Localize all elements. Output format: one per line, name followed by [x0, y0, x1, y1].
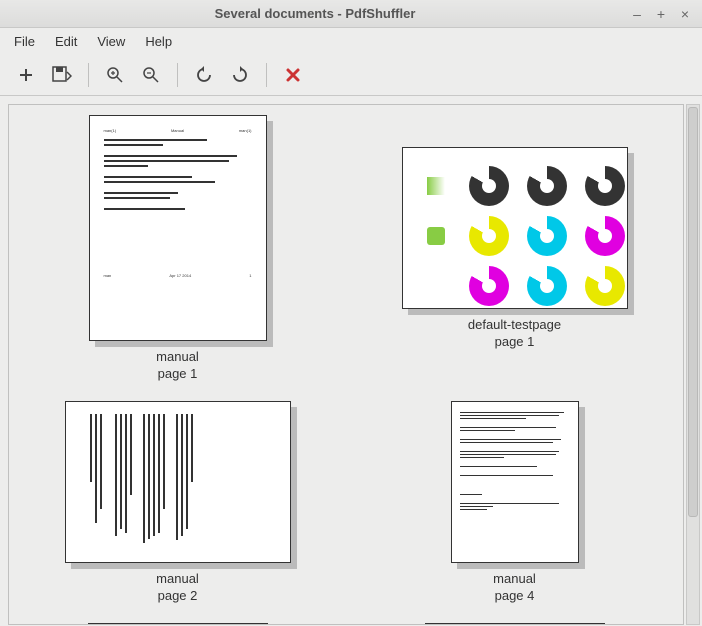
- delete-button[interactable]: [277, 59, 309, 91]
- doc-name: default-testpage: [468, 317, 561, 334]
- page-thumbnail[interactable]: default-testpage page 1: [346, 105, 683, 391]
- page-number: page 1: [468, 334, 561, 351]
- menu-file[interactable]: File: [4, 30, 45, 53]
- titlebar: Several documents - PdfShuffler – + ×: [0, 0, 702, 28]
- page-image: [451, 401, 579, 563]
- thumbnail-label: manual page 1: [156, 349, 199, 383]
- pie-icon: [527, 266, 567, 306]
- toolbar-separator: [266, 63, 267, 87]
- page-thumbnail[interactable]: [88, 623, 268, 625]
- save-as-button[interactable]: [46, 59, 78, 91]
- save-icon: [52, 66, 72, 84]
- vertical-scrollbar[interactable]: [686, 104, 700, 625]
- page-thumbnail[interactable]: manual page 2: [9, 391, 346, 613]
- doc-name: manual: [156, 571, 199, 588]
- plus-icon: [18, 67, 34, 83]
- rotate-right-icon: [231, 66, 249, 84]
- zoom-out-button[interactable]: [135, 59, 167, 91]
- close-button[interactable]: ×: [676, 5, 694, 23]
- menu-view[interactable]: View: [87, 30, 135, 53]
- pie-icon: [527, 216, 567, 256]
- page-image: [65, 401, 291, 563]
- pie-icon: [527, 166, 567, 206]
- menu-help[interactable]: Help: [135, 30, 182, 53]
- zoom-in-button[interactable]: [99, 59, 131, 91]
- page-thumbnail[interactable]: manual page 4: [346, 391, 683, 613]
- rotate-right-button[interactable]: [224, 59, 256, 91]
- rotate-left-icon: [195, 66, 213, 84]
- zoom-out-icon: [142, 66, 160, 84]
- menubar: File Edit View Help: [0, 28, 702, 54]
- toolbar-separator: [88, 63, 89, 87]
- add-button[interactable]: [10, 59, 42, 91]
- page-number: page 2: [156, 588, 199, 605]
- content-area: man(1)Manualman(1) manApr 17 20141: [0, 96, 702, 626]
- maximize-button[interactable]: +: [652, 5, 670, 23]
- zoom-in-icon: [106, 66, 124, 84]
- page-thumbnail[interactable]: [425, 623, 605, 625]
- doc-name: manual: [493, 571, 536, 588]
- pie-icon: [585, 166, 625, 206]
- doc-name: manual: [156, 349, 199, 366]
- rotate-left-button[interactable]: [188, 59, 220, 91]
- page-number: page 1: [156, 366, 199, 383]
- menu-edit[interactable]: Edit: [45, 30, 87, 53]
- logo-icon: [427, 177, 445, 195]
- toolbar: [0, 54, 702, 96]
- pie-icon: [585, 266, 625, 306]
- page-image: [402, 147, 628, 309]
- page-thumbnail[interactable]: man(1)Manualman(1) manApr 17 20141: [9, 105, 346, 391]
- page-image: man(1)Manualman(1) manApr 17 20141: [89, 115, 267, 341]
- minimize-button[interactable]: –: [628, 5, 646, 23]
- thumbnail-label: manual page 2: [156, 571, 199, 605]
- pie-icon: [585, 216, 625, 256]
- toolbar-separator: [177, 63, 178, 87]
- thumbnail-label: default-testpage page 1: [468, 317, 561, 351]
- window-title: Several documents - PdfShuffler: [8, 6, 622, 21]
- pie-icon: [469, 266, 509, 306]
- page-number: page 4: [493, 588, 536, 605]
- thumbnail-label: manual page 4: [493, 571, 536, 605]
- logo-icon: [427, 227, 445, 245]
- pie-icon: [469, 216, 509, 256]
- scrollbar-thumb[interactable]: [688, 107, 698, 517]
- thumbnail-view[interactable]: man(1)Manualman(1) manApr 17 20141: [8, 104, 684, 625]
- pie-icon: [469, 166, 509, 206]
- delete-x-icon: [285, 67, 301, 83]
